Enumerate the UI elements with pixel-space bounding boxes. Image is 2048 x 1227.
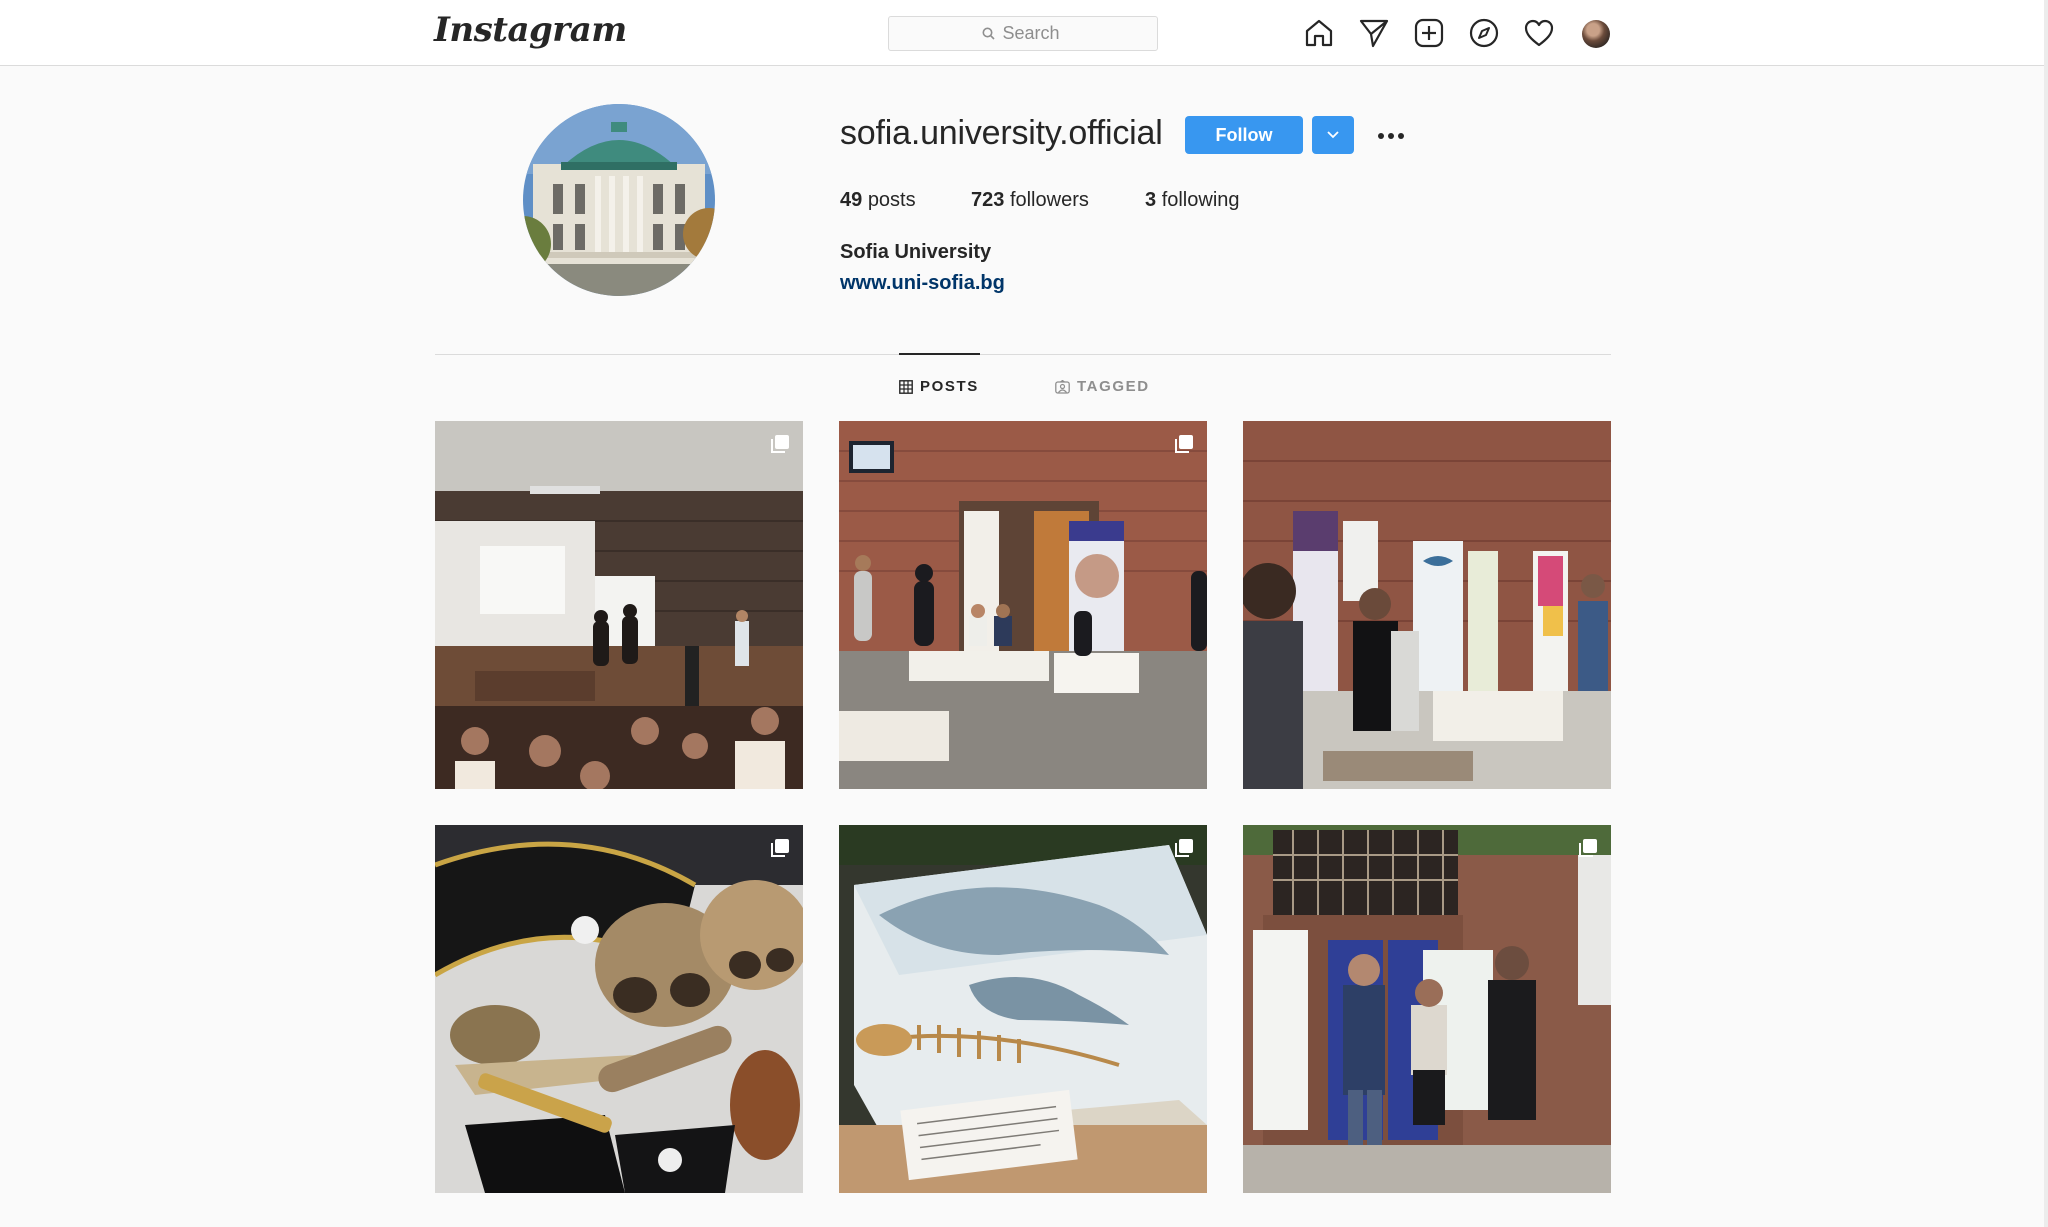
new-post-icon[interactable] [1413, 17, 1445, 49]
dolphin-skeleton-exhibit-photo [839, 825, 1207, 1193]
university-fair-outdoor-photo [1243, 421, 1611, 789]
followers-label: followers [1009, 189, 1089, 211]
tagged-icon [1055, 379, 1070, 394]
following-count: 3 [1145, 189, 1157, 211]
active-tab-indicator [899, 353, 980, 355]
chevron-down-icon [1327, 131, 1339, 139]
post-thumbnail[interactable] [1243, 421, 1611, 789]
profile-full-name: Sofia University [840, 241, 992, 263]
university-fair-indoor-photo [839, 421, 1207, 789]
multiple-photos-icon [1175, 839, 1193, 857]
tab-tagged-label: TAGGED [1077, 378, 1150, 395]
multiple-photos-icon [771, 839, 789, 857]
followers-stat[interactable]: 723 followers [971, 189, 1089, 212]
skulls-pirate-hat-photo [435, 825, 803, 1193]
tab-tagged[interactable]: TAGGED [1055, 378, 1150, 395]
followers-count: 723 [971, 189, 1005, 211]
search-icon [982, 27, 995, 40]
university-building-image [523, 104, 715, 296]
outdoor-ceremony-photo [1243, 825, 1611, 1193]
post-thumbnail[interactable] [839, 421, 1207, 789]
posts-count: 49 [840, 189, 863, 211]
following-label: following [1161, 189, 1240, 211]
post-thumbnail[interactable] [435, 421, 803, 789]
post-thumbnail[interactable] [839, 825, 1207, 1193]
profile-website-link[interactable]: www.uni-sofia.bg [840, 272, 1005, 295]
activity-heart-icon[interactable] [1523, 17, 1555, 49]
following-stat[interactable]: 3 following [1145, 189, 1240, 212]
multiple-photos-icon [1579, 839, 1597, 857]
tabs-divider [435, 354, 1611, 355]
follow-button[interactable]: Follow [1185, 116, 1303, 154]
multiple-photos-icon [771, 435, 789, 453]
multiple-photos-icon [1175, 435, 1193, 453]
tab-posts[interactable]: POSTS [899, 378, 979, 395]
more-options-icon [1378, 133, 1404, 139]
post-thumbnail[interactable] [1243, 825, 1611, 1193]
posts-label: posts [867, 189, 916, 211]
instagram-logo[interactable]: Instagram [434, 10, 627, 50]
profile-avatar[interactable] [1582, 20, 1610, 48]
posts-count-stat: 49 posts [840, 189, 916, 212]
post-thumbnail[interactable] [435, 825, 803, 1193]
lecture-hall-photo [435, 421, 803, 789]
profile-picture[interactable] [523, 104, 715, 296]
direct-icon[interactable] [1358, 17, 1390, 49]
suggested-dropdown-button[interactable] [1312, 116, 1354, 154]
scrollbar[interactable] [2044, 0, 2048, 1227]
home-icon[interactable] [1303, 17, 1335, 49]
tab-posts-label: POSTS [920, 378, 979, 395]
search-input[interactable] [1000, 22, 1065, 45]
profile-username: sofia.university.official [840, 114, 1163, 152]
top-navigation-bar: Instagram [0, 0, 2048, 66]
search-box[interactable] [888, 16, 1158, 51]
options-button[interactable] [1375, 120, 1407, 152]
grid-icon [899, 379, 913, 394]
explore-icon[interactable] [1468, 17, 1500, 49]
